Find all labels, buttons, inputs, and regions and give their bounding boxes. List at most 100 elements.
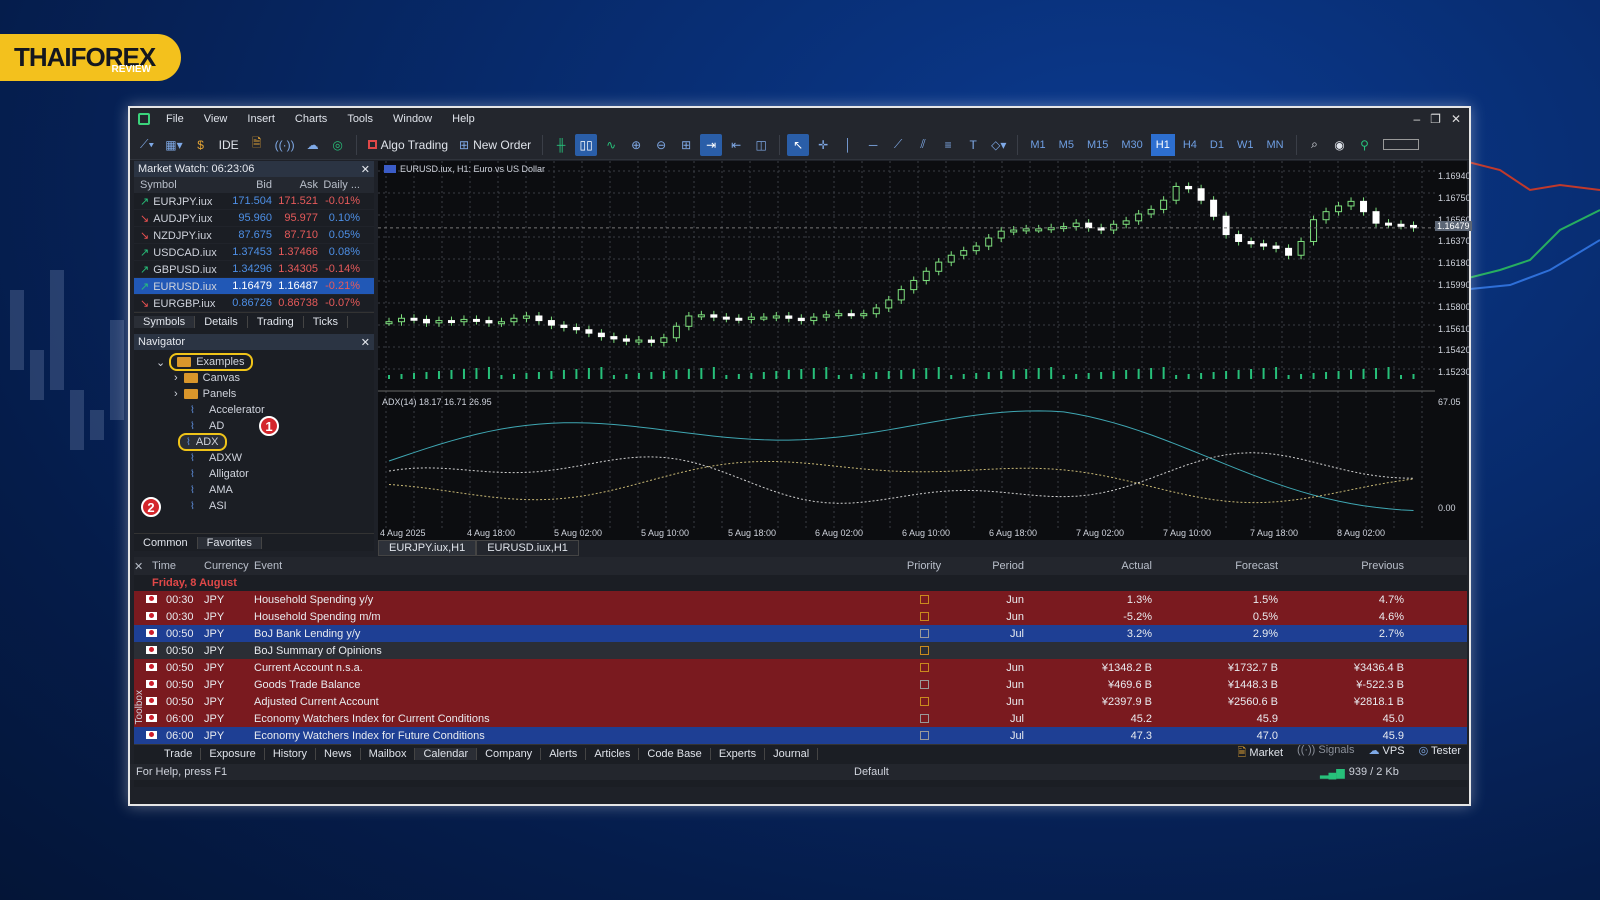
menu-charts[interactable]: Charts	[285, 113, 337, 125]
nav-panels[interactable]: › Panels	[134, 386, 374, 402]
tab-news[interactable]: News	[316, 747, 361, 760]
screenshot-icon[interactable]: ◫	[750, 134, 772, 156]
tf-h1[interactable]: H1	[1150, 133, 1175, 156]
calendar-row[interactable]: 06:00 JPY Economy Watchers Index for Futur…	[134, 727, 1467, 744]
nav-adx[interactable]: ⌇ ADX	[134, 433, 374, 451]
col-priority[interactable]: Priority	[900, 560, 948, 572]
menu-window[interactable]: Window	[383, 113, 442, 125]
col-daily[interactable]: Daily ...	[318, 179, 366, 191]
menu-tools[interactable]: Tools	[337, 113, 383, 125]
horizontal-line-icon[interactable]: ─	[862, 134, 884, 156]
close-icon[interactable]: ✕	[1451, 112, 1461, 126]
nav-canvas[interactable]: › Canvas	[134, 370, 374, 386]
col-previous[interactable]: Previous	[1282, 560, 1408, 572]
calendar-row[interactable]: 00:50 JPY Goods Trade Balance Jun ¥469.6 B ¥1…	[134, 676, 1467, 693]
shapes-icon[interactable]: ◇▾	[987, 134, 1010, 156]
close-icon[interactable]: ✕	[361, 336, 370, 349]
trendline-icon[interactable]: ⟋	[887, 134, 909, 156]
calendar-row[interactable]: 00:50 JPY Current Account n.s.a. Jun ¥1348.2…	[134, 659, 1467, 676]
tile-icon[interactable]: ⊞	[675, 134, 697, 156]
zoom-in-icon[interactable]: ⊕	[625, 134, 647, 156]
new-order-button[interactable]: ⊞ New Order	[455, 134, 535, 156]
tester-link[interactable]: ◎ Tester	[1419, 744, 1461, 763]
calendar-row[interactable]: 00:50 JPY BoJ Bank Lending y/y Jul 3.2% 2.9% 2…	[134, 625, 1467, 642]
tab-company[interactable]: Company	[477, 747, 542, 760]
calendar-row[interactable]: 00:30 JPY Household Spending m/m Jun -5.2% 0.…	[134, 608, 1467, 625]
minimize-icon[interactable]: –	[1413, 112, 1420, 126]
tab-trading[interactable]: Trading	[248, 315, 304, 328]
tab-code-base[interactable]: Code Base	[639, 747, 711, 760]
menu-insert[interactable]: Insert	[237, 113, 285, 125]
search-icon[interactable]: ⌕	[1304, 134, 1326, 156]
globe-icon[interactable]: ◎	[327, 134, 349, 156]
market-watch-row[interactable]: ↗ USDCAD.iux 1.37453 1.37466 0.08%	[134, 244, 374, 261]
tab-eurjpy[interactable]: EURJPY.iux,H1	[378, 540, 477, 556]
market-watch-row[interactable]: ↘ AUDJPY.iux 95.960 95.977 0.10%	[134, 210, 374, 227]
nav-ad[interactable]: ⌇ AD	[134, 418, 374, 434]
chevron-down-icon[interactable]: ⌄	[156, 356, 165, 369]
market-watch-row[interactable]: ↘ EURGBP.iux 0.86726 0.86738 -0.07%	[134, 295, 374, 312]
tab-favorites[interactable]: Favorites	[197, 536, 262, 549]
nav-alligator[interactable]: ⌇ Alligator	[134, 466, 374, 482]
tf-w1[interactable]: W1	[1232, 139, 1259, 151]
chevron-right-icon[interactable]: ›	[174, 372, 178, 384]
tf-m15[interactable]: M15	[1082, 139, 1113, 151]
menu-view[interactable]: View	[194, 113, 238, 125]
tab-ticks[interactable]: Ticks	[304, 315, 348, 328]
market-watch-row[interactable]: ↗ EURUSD.iux 1.16479 1.16487 -0.21%	[134, 278, 374, 295]
candlestick-icon[interactable]: ▯▯	[575, 133, 598, 156]
fibo-icon[interactable]: ≡	[937, 134, 959, 156]
market-watch-row[interactable]: ↗ GBPUSD.iux 1.34296 1.34305 -0.14%	[134, 261, 374, 278]
tf-m5[interactable]: M5	[1054, 139, 1079, 151]
vps-link[interactable]: ☁ VPS	[1368, 744, 1404, 763]
signals-link[interactable]: ((·)) Signals	[1297, 744, 1354, 763]
tf-d1[interactable]: D1	[1205, 139, 1229, 151]
market-watch-row[interactable]: ↗ EURJPY.iux 171.504 171.521 -0.01%	[134, 193, 374, 210]
tf-mn[interactable]: MN	[1261, 139, 1288, 151]
crosshair-icon[interactable]: ✛	[812, 134, 834, 156]
nav-asi[interactable]: ⌇ ASI	[134, 498, 374, 514]
tf-h4[interactable]: H4	[1178, 139, 1202, 151]
menu-help[interactable]: Help	[442, 113, 485, 125]
line-chart-icon[interactable]: ∿	[600, 134, 622, 156]
col-actual[interactable]: Actual	[1028, 560, 1156, 572]
channel-icon[interactable]: ⫽	[912, 134, 934, 156]
market-link[interactable]: 🗎 Market	[1238, 744, 1284, 763]
tab-articles[interactable]: Articles	[586, 747, 640, 760]
tab-eurusd[interactable]: EURUSD.iux,H1	[476, 540, 579, 556]
calendar-row[interactable]: 00:50 JPY BoJ Summary of Opinions	[134, 642, 1467, 659]
tab-mailbox[interactable]: Mailbox	[361, 747, 416, 760]
tab-details[interactable]: Details	[195, 315, 248, 328]
tab-history[interactable]: History	[265, 747, 317, 760]
new-chart-icon[interactable]: ⟋▾	[136, 134, 158, 156]
chevron-right-icon[interactable]: ›	[174, 388, 178, 400]
text-icon[interactable]: T	[962, 134, 984, 156]
calendar-row[interactable]: 00:30 JPY Household Spending y/y Jun 1.3% 1.5…	[134, 591, 1467, 608]
col-event[interactable]: Event	[254, 560, 900, 572]
dollar-icon[interactable]: $	[190, 134, 212, 156]
restore-icon[interactable]: ❐	[1430, 112, 1441, 126]
nav-adxw[interactable]: ⌇ ADXW	[134, 450, 374, 466]
close-icon[interactable]: ✕	[361, 163, 370, 176]
autoscroll-icon[interactable]: ⇥	[700, 133, 723, 156]
vertical-line-icon[interactable]: │	[837, 134, 859, 156]
nav-examples[interactable]: ⌄ Examples	[134, 353, 374, 371]
vps-icon[interactable]: ☁	[302, 134, 324, 156]
close-icon[interactable]: ✕	[134, 560, 152, 573]
tab-common[interactable]: Common	[134, 536, 198, 549]
tab-calendar[interactable]: Calendar	[415, 747, 478, 760]
tab-journal[interactable]: Journal	[765, 747, 819, 760]
nav-ama[interactable]: ⌇ AMA	[134, 482, 374, 498]
price-chart[interactable]	[378, 161, 1435, 528]
market-watch-row[interactable]: ↘ NZDJPY.iux 87.675 87.710 0.05%	[134, 227, 374, 244]
account-icon[interactable]: ◉	[1329, 134, 1351, 156]
profiles-icon[interactable]: ▦▾	[161, 134, 186, 156]
col-time[interactable]: Time	[152, 560, 204, 572]
zoom-out-icon[interactable]: ⊖	[650, 134, 672, 156]
chart-shift-icon[interactable]: ⇤	[725, 134, 747, 156]
col-forecast[interactable]: Forecast	[1156, 560, 1282, 572]
market-icon[interactable]: 🗎	[246, 134, 268, 156]
menu-file[interactable]: File	[156, 113, 194, 125]
algo-trading-button[interactable]: Algo Trading	[364, 134, 452, 156]
calendar-row[interactable]: 06:00 JPY Economy Watchers Index for Curre…	[134, 710, 1467, 727]
